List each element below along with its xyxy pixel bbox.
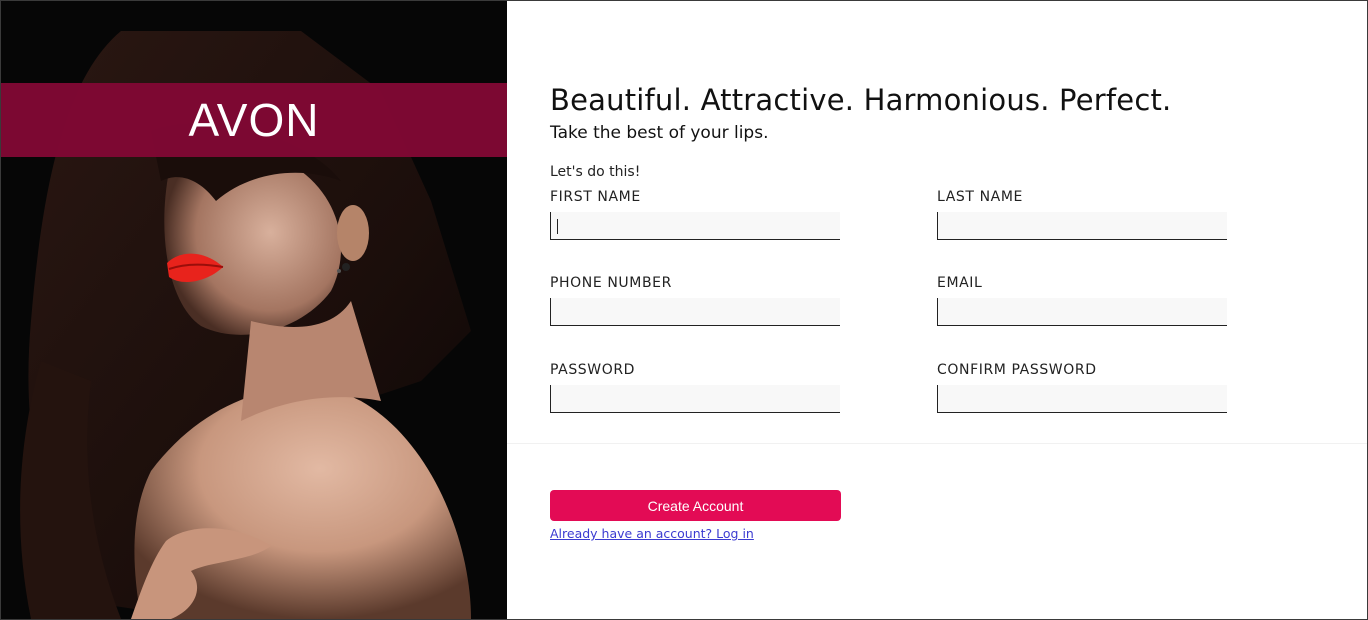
phone-label: PHONE NUMBER — [550, 275, 672, 291]
email-input[interactable] — [937, 298, 1227, 326]
last-name-field-group: LAST NAME — [937, 189, 1227, 240]
intro-text: Let's do this! — [550, 164, 641, 180]
phone-field-group: PHONE NUMBER — [550, 275, 840, 326]
app-window: AVON Beautiful. Attractive. Harmonious. … — [0, 0, 1368, 620]
brand-banner: AVON — [1, 83, 507, 157]
avon-logo: AVON — [188, 94, 320, 146]
first-name-input[interactable] — [550, 212, 840, 240]
create-account-button[interactable]: Create Account — [550, 490, 841, 521]
login-link[interactable]: Already have an account? Log in — [550, 526, 754, 541]
hero-image: AVON — [1, 1, 507, 619]
first-name-field-group: FIRST NAME — [550, 189, 840, 240]
email-field-group: EMAIL — [937, 275, 1227, 326]
email-label: EMAIL — [937, 275, 983, 291]
confirm-password-label: CONFIRM PASSWORD — [937, 362, 1097, 378]
last-name-label: LAST NAME — [937, 189, 1023, 205]
password-input[interactable] — [550, 385, 840, 413]
phone-input[interactable] — [550, 298, 840, 326]
password-field-group: PASSWORD — [550, 362, 840, 413]
section-divider — [507, 443, 1367, 444]
page-headline: Beautiful. Attractive. Harmonious. Perfe… — [550, 83, 1172, 117]
text-cursor — [557, 219, 558, 234]
signup-panel: Beautiful. Attractive. Harmonious. Perfe… — [507, 1, 1367, 619]
password-label: PASSWORD — [550, 362, 636, 378]
confirm-password-input[interactable] — [937, 385, 1227, 413]
last-name-input[interactable] — [937, 212, 1227, 240]
page-subheadline: Take the best of your lips. — [550, 123, 769, 143]
first-name-label: FIRST NAME — [550, 189, 641, 205]
confirm-password-field-group: CONFIRM PASSWORD — [937, 362, 1227, 413]
